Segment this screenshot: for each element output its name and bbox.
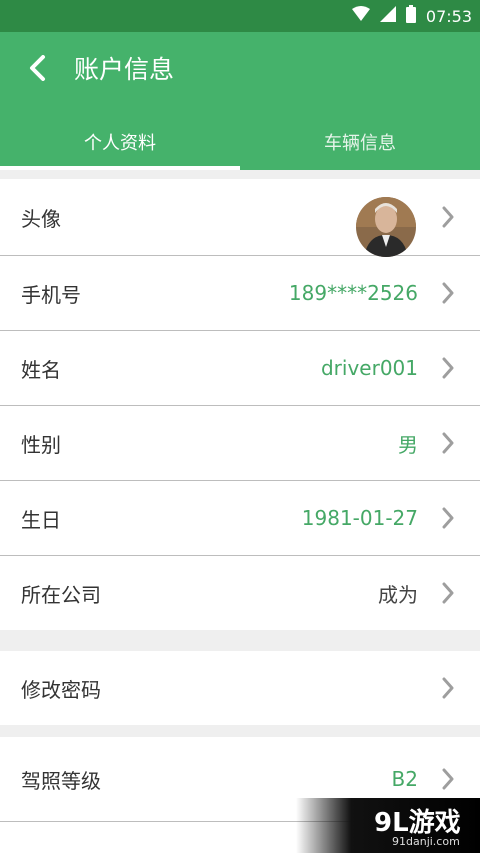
tab-personal-info[interactable]: 个人资料 [0,114,240,170]
avatar [356,197,416,257]
watermark-url: 91danji.com [392,835,460,848]
company-row[interactable]: 所在公司 成为 [0,556,480,630]
tab-indicator [0,166,240,170]
chevron-right-icon [442,256,454,330]
chevron-right-icon [442,556,454,630]
row-label: 生日 [21,507,61,532]
row-label: 性别 [21,432,61,457]
chevron-right-icon [442,406,454,480]
name-row[interactable]: 姓名 driver001 [0,331,480,406]
battery-icon [405,5,416,27]
watermark-logo-text: 9L游戏 [374,808,461,838]
tab-vehicle-info[interactable]: 车辆信息 [240,114,480,170]
avatar-row[interactable]: 头像 [0,179,480,257]
row-label: 驾照等级 [21,768,101,793]
profile-list: 头像 手机号 189****2526 姓名 driver001 性别 男 生日 … [0,179,480,630]
phone-row[interactable]: 手机号 189****2526 [0,256,480,331]
chevron-right-icon [442,179,454,255]
gender-value: 男 [398,432,418,457]
page-title: 账户信息 [74,55,175,84]
chevron-right-icon [442,651,454,725]
signal-icon [379,6,396,26]
chevron-right-icon [442,481,454,555]
tab-bar: 个人资料 车辆信息 [0,114,480,170]
app-bar: 账户信息 个人资料 车辆信息 [0,32,480,170]
status-time: 07:53 [425,6,472,26]
company-value: 成为 [378,582,418,607]
gender-row[interactable]: 性别 男 [0,406,480,481]
security-list: 修改密码 [0,651,480,725]
wifi-icon [351,6,370,26]
row-label: 手机号 [21,282,81,307]
change-password-row[interactable]: 修改密码 [0,651,480,725]
birthday-row[interactable]: 生日 1981-01-27 [0,481,480,556]
back-button[interactable] [18,50,58,90]
row-label: 姓名 [21,357,61,382]
tab-label: 个人资料 [84,133,156,154]
birthday-value: 1981-01-27 [301,506,418,530]
name-value: driver001 [320,356,418,380]
chevron-right-icon [442,331,454,405]
status-bar: 07:53 [0,0,480,32]
tab-label: 车辆信息 [324,133,396,154]
chevron-left-icon [29,55,47,85]
row-label: 所在公司 [21,582,101,607]
phone-value: 189****2526 [288,281,418,305]
row-label: 头像 [21,206,61,231]
row-label: 修改密码 [21,677,101,702]
watermark: 9L游戏 91danji.com [296,798,480,853]
